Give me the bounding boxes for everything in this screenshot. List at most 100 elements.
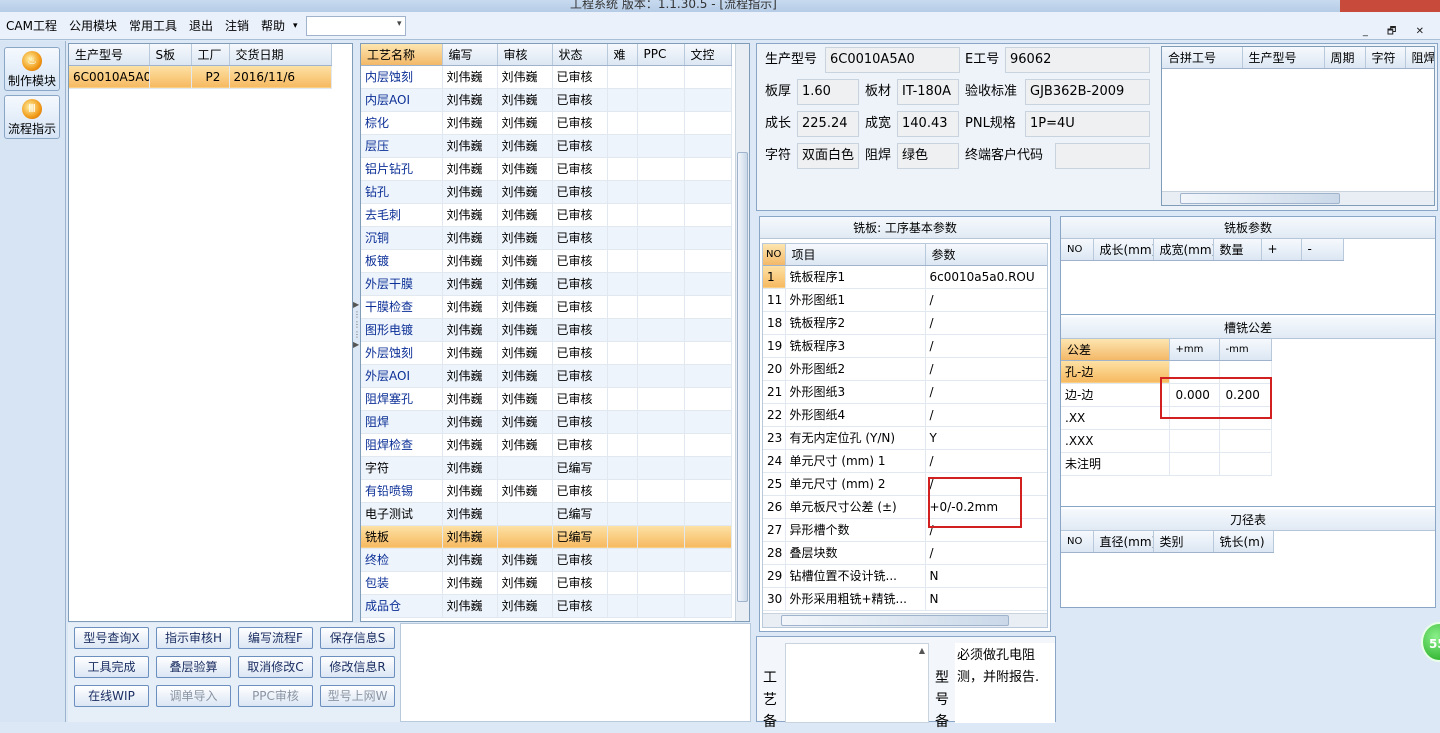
col-ppc[interactable]: PPC [637,44,685,66]
menu-combobox[interactable] [305,15,406,36]
slot-minus[interactable] [1219,452,1272,476]
col-slot-tol[interactable]: 公差 [1061,339,1170,361]
col-difficulty[interactable]: 难 [607,44,638,66]
param-row[interactable]: 24 单元尺寸 (mm) 1/ [763,449,1047,473]
thickness-field[interactable]: 1.60 [797,79,859,105]
col-param-item[interactable]: 项目 [785,244,926,266]
process-row[interactable]: 终检 刘伟巍 刘伟巍 已审核 [361,548,732,572]
menu-cam[interactable]: CAM工程 [0,12,63,40]
col-merge-model[interactable]: 生产型号 [1242,47,1325,69]
merge-hscroll[interactable] [1162,191,1434,205]
char-field[interactable]: 双面白色 [797,143,859,169]
action-button[interactable]: 型号上网W [320,685,395,707]
col-mill-length[interactable]: 成长(mm) [1093,239,1154,261]
col-param-no[interactable]: NO [763,244,786,266]
col-tool-type[interactable]: 类别 [1153,531,1214,553]
process-scrollbar[interactable] [735,44,749,621]
process-row[interactable]: 外层干膜 刘伟巍 刘伟巍 已审核 [361,272,732,296]
slot-minus[interactable] [1219,429,1272,453]
action-button[interactable]: PPC审核 [238,685,313,707]
param-row[interactable]: 18 铣板程序2/ [763,311,1047,335]
param-row[interactable]: 22 外形图纸4/ [763,403,1047,427]
action-button[interactable]: 修改信息R [320,656,395,678]
customer-field[interactable] [1055,143,1150,169]
col-doc-control[interactable]: 文控 [684,44,732,66]
process-row[interactable]: 沉铜 刘伟巍 刘伟巍 已审核 [361,226,732,250]
action-button[interactable]: 工具完成 [74,656,149,678]
col-param-value[interactable]: 参数 [925,244,1047,266]
process-row[interactable]: 阻焊检查 刘伟巍 刘伟巍 已审核 [361,433,732,457]
action-button[interactable]: 在线WIP [74,685,149,707]
model-field[interactable]: 6C0010A5A0 [825,47,960,73]
model-note-text[interactable]: 必须做孔电阻测，并附报告. [955,643,1055,723]
col-sboard[interactable]: S板 [149,44,192,66]
col-delivery[interactable]: 交货日期 [229,44,332,66]
param-row[interactable]: 20 外形图纸2/ [763,357,1047,381]
pnl-field[interactable]: 1P=4U [1025,111,1150,137]
length-field[interactable]: 225.24 [797,111,859,137]
param-row[interactable]: 19 铣板程序3/ [763,334,1047,358]
eno-field[interactable]: 96062 [1005,47,1150,73]
window-controls-strip[interactable] [1340,0,1440,12]
col-mill-width[interactable]: 成宽(mm) [1153,239,1214,261]
col-model[interactable]: 生产型号 [69,44,150,66]
splitter-handle[interactable]: ▶ ⋮ ⋮ ⋮ ▶ [353,300,361,370]
process-row[interactable]: 图形电镀 刘伟巍 刘伟巍 已审核 [361,318,732,342]
col-mill-no[interactable]: NO [1061,239,1094,261]
process-row[interactable]: 阻焊 刘伟巍 刘伟巍 已审核 [361,410,732,434]
param-row[interactable]: 21 外形图纸3/ [763,380,1047,404]
slot-row[interactable]: 未注明 [1061,452,1272,476]
process-row[interactable]: 棕化 刘伟巍 刘伟巍 已审核 [361,111,732,135]
menu-exit[interactable]: 退出 [183,12,219,40]
action-button[interactable]: 指示审核H [156,627,231,649]
process-row[interactable]: 包装 刘伟巍 刘伟巍 已审核 [361,571,732,595]
param-row[interactable]: 23 有无内定位孔 (Y/N) Y [763,426,1047,450]
process-row[interactable]: 有铅喷锡 刘伟巍 刘伟巍 已审核 [361,479,732,503]
process-row[interactable]: 钻孔 刘伟巍 刘伟巍 已审核 [361,180,732,204]
width-field[interactable]: 140.43 [897,111,959,137]
param-row[interactable]: 28 叠层块数 / [763,541,1047,565]
action-button[interactable]: 取消修改C [238,656,313,678]
params-hscroll-thumb[interactable] [781,615,1009,626]
col-factory[interactable]: 工厂 [191,44,230,66]
process-guide-button[interactable]: Ⅲ 流程指示 [4,95,60,139]
make-module-button[interactable]: ♨ 制作模块 [4,47,60,91]
process-row[interactable]: 去毛刺 刘伟巍 刘伟巍 已审核 [361,203,732,227]
menu-common-tools[interactable]: 常用工具 [123,12,183,40]
material-field[interactable]: IT-180A [897,79,959,105]
process-row[interactable]: 干膜检查 刘伟巍 刘伟巍 已审核 [361,295,732,319]
params-hscroll[interactable] [763,613,1047,627]
menu-logout[interactable]: 注销 [219,12,255,40]
param-row[interactable]: 11 外形图纸1/ [763,288,1047,312]
process-scroll-thumb[interactable] [737,152,748,602]
col-merge-mask[interactable]: 阻焊 [1405,47,1434,69]
process-row[interactable]: 成品仓 刘伟巍 刘伟巍 已审核 [361,594,732,618]
col-merge-period[interactable]: 周期 [1324,47,1366,69]
action-button[interactable]: 编写流程F [238,627,313,649]
order-row[interactable]: 6C0010A5A0 P2 2016/11/6 [69,65,332,89]
float-badge[interactable]: 55 [1421,622,1440,662]
col-tool-no[interactable]: NO [1061,531,1094,553]
mask-field[interactable]: 绿色 [897,143,959,169]
slot-plus[interactable] [1169,429,1220,453]
col-tool-length[interactable]: 铣长(m) [1213,531,1274,553]
process-row[interactable]: 层压 刘伟巍 刘伟巍 已审核 [361,134,732,158]
col-reviewer[interactable]: 审核 [497,44,553,66]
slot-plus[interactable] [1169,452,1220,476]
menu-common-module[interactable]: 公用模块 [63,12,123,40]
col-mill-qty[interactable]: 数量 [1213,239,1262,261]
action-button[interactable]: 保存信息S [320,627,395,649]
col-mill-minus[interactable]: - [1301,239,1344,261]
col-writer[interactable]: 编写 [442,44,498,66]
menu-help[interactable]: 帮助 [255,12,291,40]
scroll-up-icon[interactable]: ▲ [919,646,925,655]
col-status[interactable]: 状态 [552,44,608,66]
process-row[interactable]: 外层蚀刻 刘伟巍 刘伟巍 已审核 [361,341,732,365]
action-button[interactable]: 叠层验算 [156,656,231,678]
process-row[interactable]: 内层蚀刻 刘伟巍 刘伟巍 已审核 [361,65,732,89]
slot-row[interactable]: .XXX [1061,429,1272,453]
process-row[interactable]: 字符 刘伟巍 已编写 [361,456,732,480]
col-slot-minus[interactable]: -mm [1219,339,1272,361]
merge-hscroll-thumb[interactable] [1180,193,1340,204]
param-row[interactable]: 1 铣板程序1 6c0010a5a0.ROU [763,265,1047,289]
